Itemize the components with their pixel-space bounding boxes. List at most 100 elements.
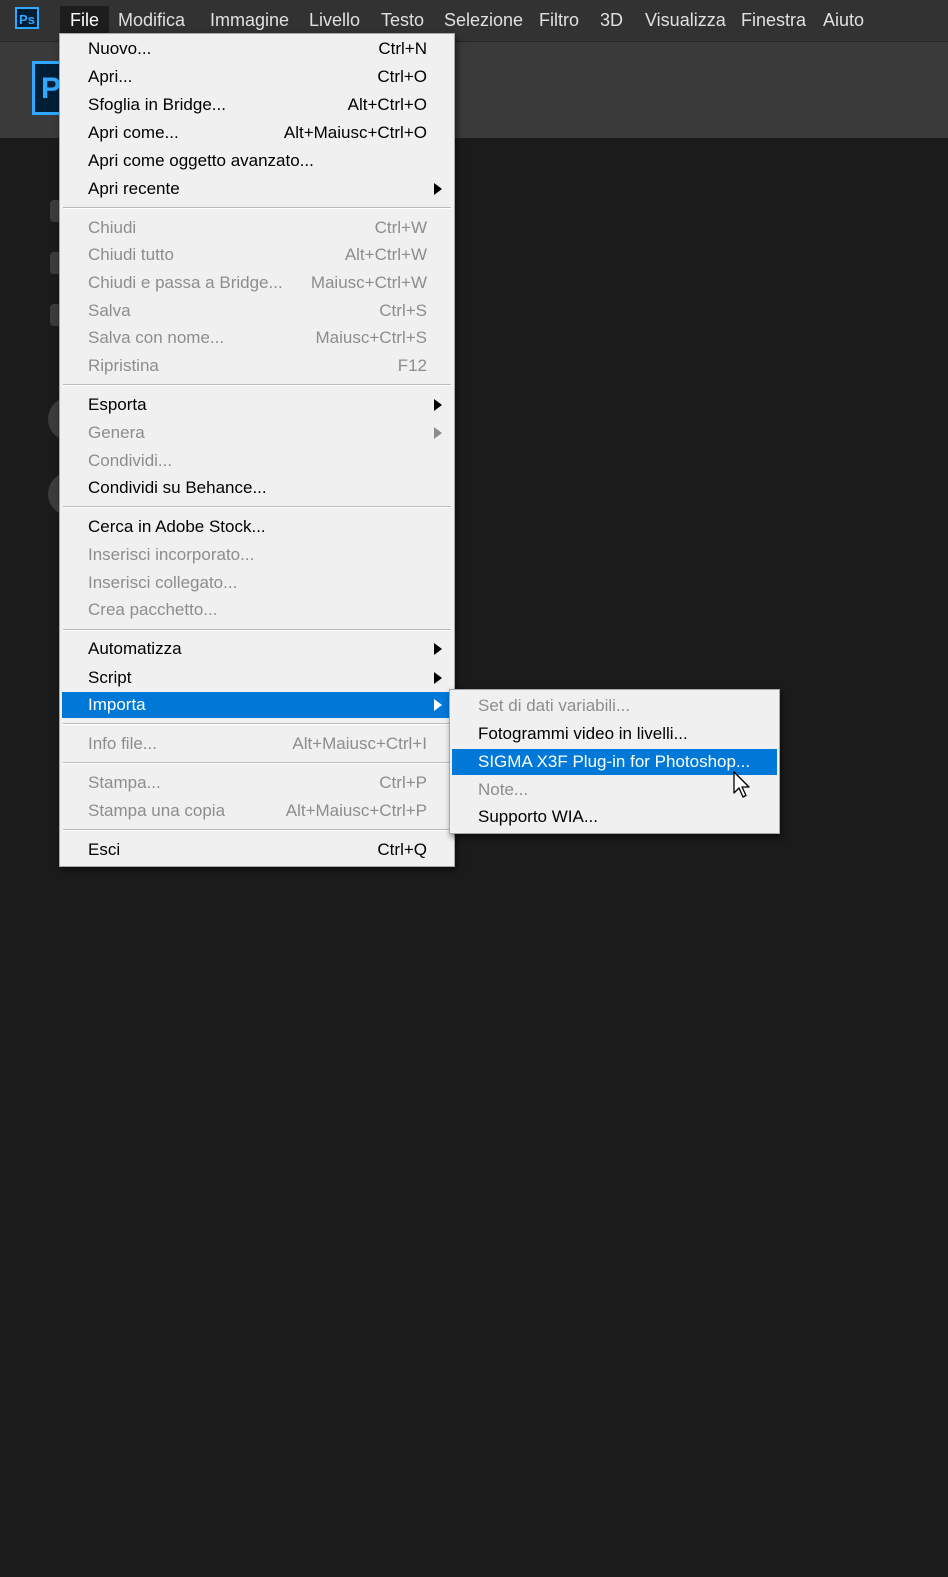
menu-3d[interactable]: 3D [590,6,633,35]
menu-filtro[interactable]: Filtro [529,6,589,35]
menu-separator [63,207,451,209]
menu-item-label: Chiudi [88,218,137,237]
menu-item-shortcut: Ctrl+O [377,67,427,86]
menu-testo[interactable]: Testo [371,6,434,35]
menu-item-set-dati-variabili[interactable]: Set di dati variabili... [452,693,777,719]
menu-item-label: Salva [88,301,131,320]
menu-item-esporta[interactable]: Esporta [62,392,452,418]
menu-separator [63,384,451,386]
menu-visualizza[interactable]: Visualizza [635,6,736,35]
menu-item-label: Ripristina [88,356,159,375]
menu-item-info-file[interactable]: Info file... Alt+Maiusc+Ctrl+I [62,731,452,757]
menu-separator [63,723,451,725]
menu-item-salva[interactable]: Salva Ctrl+S [62,298,452,324]
menu-item-label: Stampa una copia [88,801,226,820]
menu-item-nuovo[interactable]: Nuovo... Ctrl+N [62,36,452,62]
menu-item-shortcut: Alt+Maiusc+Ctrl+P [285,801,427,820]
menu-separator [63,762,451,764]
menu-item-sfoglia-bridge[interactable]: Sfoglia in Bridge... Alt+Ctrl+O [62,92,452,118]
menu-item-shortcut: Alt+Maiusc+Ctrl+I [292,734,427,753]
menu-finestra[interactable]: Finestra [731,6,816,35]
submenu-arrow-icon [434,183,442,195]
submenu-arrow-icon [434,672,442,684]
menu-item-sigma-x3f[interactable]: SIGMA X3F Plug-in for Photoshop... [452,749,777,775]
menu-item-label: Genera [88,423,145,442]
menu-item-apri-oggetto-avanzato[interactable]: Apri come oggetto avanzato... [62,148,452,174]
menu-item-note[interactable]: Note... [452,777,777,803]
menu-item-crea-pacchetto[interactable]: Crea pacchetto... [62,597,452,623]
menu-item-stampa[interactable]: Stampa... Ctrl+P [62,770,452,796]
menu-item-label: Condividi... [88,451,173,470]
menu-separator [63,506,451,508]
menu-item-inserisci-collegato[interactable]: Inserisci collegato... [62,570,452,596]
photoshop-logo-icon: Ps [15,7,39,29]
menu-selezione[interactable]: Selezione [434,6,533,35]
file-menu: Nuovo... Ctrl+N Apri... Ctrl+O Sfoglia i… [59,33,455,867]
menu-item-label: Fotogrammi video in livelli... [478,724,688,743]
menu-item-label: Importa [88,695,146,714]
menu-item-apri-come[interactable]: Apri come... Alt+Maiusc+Ctrl+O [62,120,452,146]
menu-item-chiudi-passa-bridge[interactable]: Chiudi e passa a Bridge... Maiusc+Ctrl+W [62,270,452,296]
menu-item-importa[interactable]: Importa [62,692,452,718]
menu-modifica[interactable]: Modifica [108,6,195,35]
menu-item-label: Condividi su Behance... [88,478,267,497]
menu-item-label: Apri... [88,67,133,86]
menu-item-label: Esci [88,840,121,859]
menu-item-label: Chiudi tutto [88,245,174,264]
menu-item-label: Apri recente [88,179,180,198]
menu-separator [63,829,451,831]
menu-item-shortcut: Ctrl+N [378,39,427,58]
menu-item-shortcut: Ctrl+S [379,301,427,320]
menu-item-ripristina[interactable]: Ripristina F12 [62,353,452,379]
submenu-arrow-icon [434,427,442,439]
menu-item-label: Note... [478,780,529,799]
menu-item-genera[interactable]: Genera [62,420,452,446]
menu-item-chiudi[interactable]: Chiudi Ctrl+W [62,215,452,241]
menu-item-label: Chiudi e passa a Bridge... [88,273,283,292]
menu-item-condividi-behance[interactable]: Condividi su Behance... [62,475,452,501]
menu-item-fotogrammi-video[interactable]: Fotogrammi video in livelli... [452,721,777,747]
menu-item-label: Set di dati variabili... [478,696,631,715]
menu-item-label: Salva con nome... [88,328,225,347]
menu-item-inserisci-incorporato[interactable]: Inserisci incorporato... [62,542,452,568]
menu-livello[interactable]: Livello [299,6,370,35]
menu-item-automatizza[interactable]: Automatizza [62,636,452,662]
menu-item-label: Inserisci incorporato... [88,545,255,564]
menu-item-chiudi-tutto[interactable]: Chiudi tutto Alt+Ctrl+W [62,242,452,268]
mouse-cursor-icon [733,771,750,798]
menu-immagine[interactable]: Immagine [200,6,299,35]
submenu-arrow-icon [434,643,442,655]
menu-item-supporto-wia[interactable]: Supporto WIA... [452,804,777,830]
menu-item-label: Supporto WIA... [478,807,598,826]
menu-item-shortcut: Alt+Ctrl+O [347,95,427,114]
menu-item-label: Stampa... [88,773,161,792]
menu-item-label: Sfoglia in Bridge... [88,95,226,114]
menu-item-apri-recente[interactable]: Apri recente [62,176,452,202]
menu-item-label: Crea pacchetto... [88,600,218,619]
menu-item-shortcut: Maiusc+Ctrl+S [315,328,427,347]
menu-item-stampa-copia[interactable]: Stampa una copia Alt+Maiusc+Ctrl+P [62,798,452,824]
menu-item-shortcut: F12 [397,356,427,375]
menu-item-condividi[interactable]: Condividi... [62,448,452,474]
menu-item-apri[interactable]: Apri... Ctrl+O [62,64,452,90]
import-submenu: Set di dati variabili... Fotogrammi vide… [449,689,780,834]
menu-item-shortcut: Alt+Maiusc+Ctrl+O [283,123,427,142]
submenu-arrow-icon [434,699,442,711]
menu-aiuto[interactable]: Aiuto [813,6,874,35]
menu-item-label: Apri come oggetto avanzato... [88,151,314,170]
menu-item-shortcut: Ctrl+P [379,773,427,792]
menu-item-salva-con-nome[interactable]: Salva con nome... Maiusc+Ctrl+S [62,325,452,351]
menu-file[interactable]: File [60,6,110,35]
menu-item-label: Apri come... [88,123,179,142]
menu-item-label: Info file... [88,734,157,753]
menu-item-shortcut: Ctrl+Q [377,840,427,859]
submenu-arrow-icon [434,399,442,411]
menu-item-label: SIGMA X3F Plug-in for Photoshop... [478,752,751,771]
menu-item-label: Script [88,668,132,687]
menu-item-cerca-adobe-stock[interactable]: Cerca in Adobe Stock... [62,514,452,540]
menu-separator [63,629,451,631]
menu-item-shortcut: Maiusc+Ctrl+W [310,273,427,292]
menu-item-script[interactable]: Script [62,665,452,691]
menu-item-shortcut: Ctrl+W [374,218,427,237]
menu-item-esci[interactable]: Esci Ctrl+Q [62,837,452,863]
